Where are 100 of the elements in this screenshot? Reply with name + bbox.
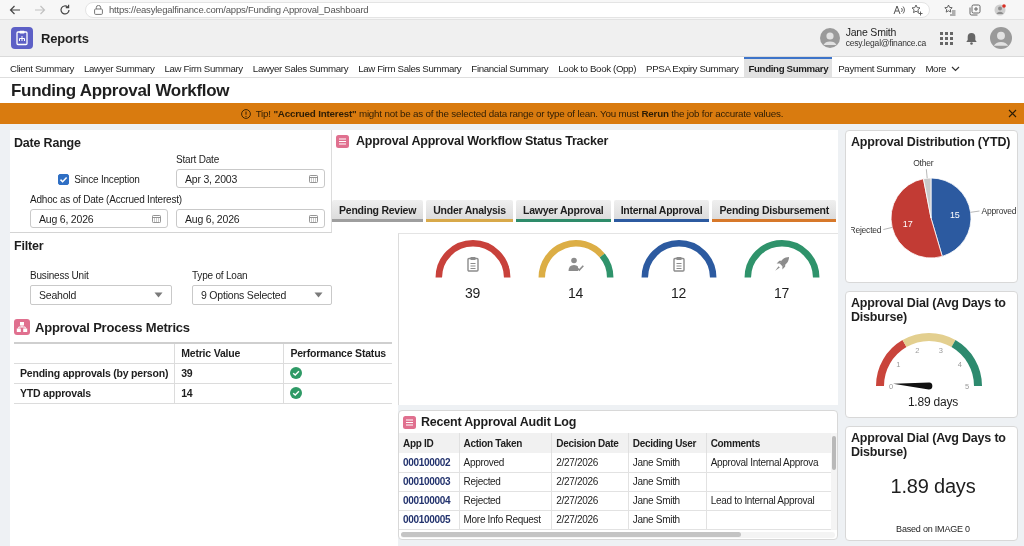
user-email: cesy.legal@finance.ca — [845, 38, 926, 49]
dropdown-field[interactable]: Seahold — [30, 285, 172, 305]
app-id-link[interactable]: 000100005 — [403, 514, 451, 525]
table-cell: Jane Smith — [628, 510, 707, 529]
calendar-icon[interactable] — [309, 174, 318, 183]
metric-name: YTD approvals — [14, 383, 175, 403]
column-header: Deciding User — [628, 433, 707, 453]
metric-value: 14 — [174, 383, 284, 403]
field-label: Adhoc as of Date (Accrued Interest) — [30, 194, 182, 206]
star-plus-icon[interactable] — [911, 3, 923, 16]
clipboard-icon — [670, 256, 687, 272]
rocket-icon — [773, 256, 790, 272]
dial-reading: 1.89 days — [906, 395, 960, 409]
table-cell: 2/27/2026 — [551, 472, 629, 491]
field-label: Type of Loan — [192, 270, 248, 282]
report-tab[interactable]: PPSA Expiry Summary — [642, 57, 743, 77]
list-icon — [336, 134, 349, 148]
dropdown-field[interactable]: 9 Options Selected — [192, 285, 332, 305]
column-header: App ID — [399, 433, 460, 453]
favorites-icon[interactable] — [944, 3, 956, 16]
report-tab[interactable]: Law Firm Sales Summary — [354, 57, 466, 77]
report-tab[interactable]: Client Summary — [6, 57, 78, 77]
column-header: Comments — [706, 433, 831, 453]
stage-tab[interactable]: Pending Review — [332, 200, 424, 222]
stage-tab[interactable]: Pending Disbursement — [712, 200, 836, 222]
table-cell: 2/27/2026 — [551, 491, 629, 510]
caret-down-icon — [154, 292, 163, 298]
gauge-value: 39 — [464, 285, 481, 301]
horizontal-scrollbar[interactable] — [401, 531, 835, 538]
card-title: Approval Distribution (YTD) — [851, 135, 1012, 149]
report-tab[interactable]: Lawyer Sales Summary — [248, 57, 353, 77]
gauge-value: 17 — [773, 285, 790, 301]
summary-value: 1.89 days — [889, 475, 977, 498]
section-title: Approval Approval Workflow Status Tracker — [356, 134, 609, 148]
hierarchy-icon — [14, 319, 30, 335]
report-tab[interactable]: Law Firm Summary — [160, 57, 247, 77]
back-icon[interactable] — [9, 3, 21, 16]
report-tab[interactable]: Look to Book (Opp) — [554, 57, 641, 77]
calendar-icon[interactable] — [309, 214, 318, 223]
date-field[interactable]: Apr 3, 2003 — [176, 169, 325, 188]
table-cell: Jane Smith — [628, 491, 707, 510]
caret-down-icon — [314, 292, 323, 298]
close-icon[interactable] — [1008, 109, 1017, 118]
reload-icon[interactable] — [59, 3, 71, 16]
table-cell: 2/27/2026 — [551, 510, 629, 529]
column-header: Metric Value — [174, 343, 284, 363]
more-menu-button[interactable]: More — [921, 57, 965, 77]
leader-line — [926, 168, 928, 179]
card-title: Recent Approval Audit Log — [421, 415, 577, 429]
apps-grid-icon[interactable] — [940, 31, 953, 45]
table-cell: Jane Smith — [628, 453, 707, 472]
address-bar[interactable]: https://easylegalfinance.com/apps/Funding Approval_Dashboard — [85, 1, 930, 18]
leader-line — [883, 227, 893, 230]
value-label: 15 — [949, 209, 960, 220]
card-title: Approval Dial (Avg Days to Disburse) — [851, 296, 1007, 324]
report-tab[interactable]: Lawyer Summary — [80, 57, 159, 77]
section-title: Filter — [14, 239, 45, 253]
card-title: Approval Dial (Avg Days to Disburse) — [851, 431, 1007, 459]
table-cell: Jane Smith — [628, 472, 707, 491]
stage-tab[interactable]: Lawyer Approval — [515, 200, 611, 222]
app-logo-icon[interactable] — [11, 27, 33, 49]
app-id-link[interactable]: 000100004 — [403, 495, 451, 506]
lock-icon — [94, 4, 103, 15]
stage-tab[interactable]: Under Analysis — [426, 200, 513, 222]
report-tab[interactable]: Funding Summary — [744, 57, 833, 77]
stage-tab[interactable]: Internal Approval — [613, 200, 710, 222]
user-name: Jane Smith — [845, 27, 898, 38]
person-check-icon — [567, 256, 584, 272]
slice-label: Approved — [981, 206, 1016, 217]
checkbox[interactable] — [58, 174, 70, 185]
date-field[interactable]: Aug 6, 2026 — [176, 209, 325, 228]
table-cell: Approved — [459, 453, 552, 472]
read-aloud-icon[interactable] — [893, 3, 905, 16]
bell-icon[interactable] — [965, 31, 978, 45]
vertical-scrollbar[interactable] — [831, 433, 837, 530]
gauge-value: 14 — [567, 285, 584, 301]
report-tab[interactable]: Payment Summary — [834, 57, 920, 77]
profile-icon[interactable] — [994, 3, 1006, 16]
calendar-icon[interactable] — [152, 214, 161, 223]
field-label: Business Unit — [30, 270, 89, 282]
section-title: Approval Process Metrics — [35, 319, 190, 335]
slice-label: Rejected — [851, 224, 882, 235]
value-label: 17 — [902, 218, 913, 229]
footnote: Based on IMAGE 0 — [895, 524, 971, 534]
column-header: Action Taken — [459, 433, 552, 453]
leader-line — [970, 210, 980, 213]
report-tab[interactable]: Financial Summary — [467, 57, 553, 77]
list-icon — [403, 415, 416, 429]
app-id-link[interactable]: 000100002 — [403, 456, 451, 468]
column-header: Performance Status — [283, 343, 392, 363]
date-field[interactable]: Aug 6, 2026 — [30, 209, 168, 228]
page-title: Funding Approval Workflow — [11, 80, 230, 101]
app-id-link[interactable]: 000100003 — [403, 476, 451, 487]
column-header: Decision Date — [551, 433, 629, 453]
gauge-value: 12 — [670, 285, 687, 301]
section-title: Date Range — [14, 136, 82, 150]
app-title: Reports — [41, 30, 89, 46]
metric-value: 39 — [174, 363, 284, 383]
collections-icon[interactable] — [969, 3, 981, 16]
field-label: Start Date — [176, 154, 220, 166]
